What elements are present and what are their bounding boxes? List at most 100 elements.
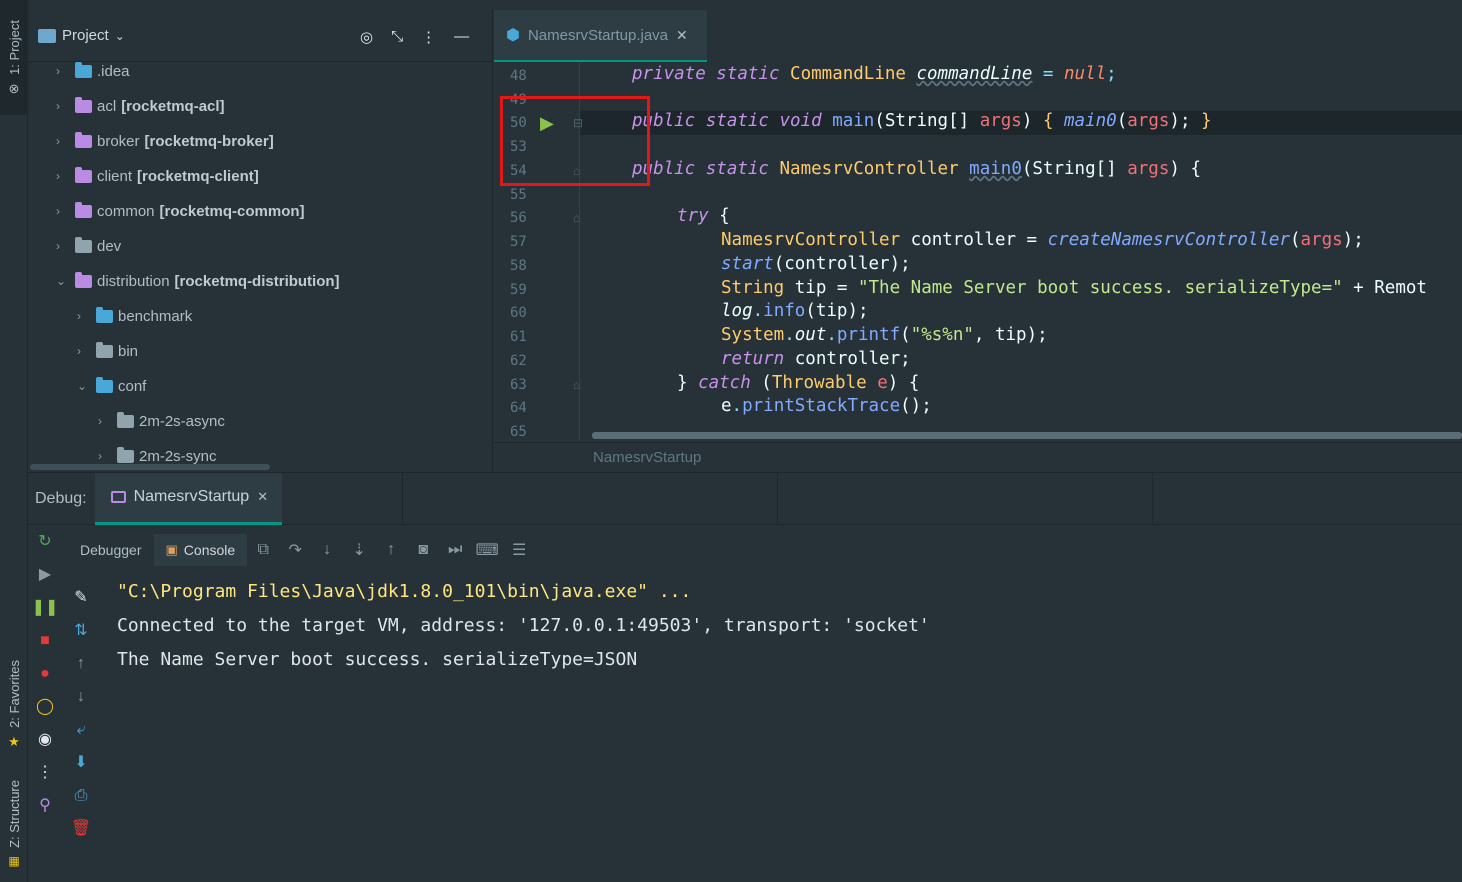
- breadcrumb-item[interactable]: NamesrvStartup: [593, 449, 701, 466]
- tree-item[interactable]: › acl [rocketmq-acl]: [56, 91, 225, 121]
- more-icon[interactable]: ⋮: [30, 756, 60, 789]
- code-line-59[interactable]: String tip = "The Name Server boot succe…: [721, 278, 1427, 298]
- tree-item[interactable]: ⌄ conf: [77, 371, 146, 401]
- collapse-all-icon[interactable]: ⤡: [391, 28, 403, 46]
- tree-item[interactable]: › bin: [77, 336, 138, 366]
- token: .: [784, 325, 795, 345]
- locate-icon[interactable]: ◎: [360, 28, 373, 46]
- chevron-right-icon[interactable]: ›: [77, 309, 91, 323]
- java-class-icon: ⬢: [506, 27, 520, 44]
- token: args: [979, 111, 1022, 131]
- more-options-icon[interactable]: ⋮: [421, 28, 436, 46]
- tab-debugger[interactable]: Debugger: [68, 534, 154, 566]
- layout-icon[interactable]: ⧉: [247, 541, 279, 559]
- trace-icon[interactable]: ☰: [503, 540, 535, 560]
- soft-wrap-icon[interactable]: ⤶: [66, 713, 96, 746]
- editor-tab-namesrvstartup[interactable]: ⬢ NamesrvStartup.java ✕: [494, 10, 707, 62]
- trash-icon[interactable]: 🗑: [66, 812, 96, 845]
- project-horizontal-scrollbar[interactable]: [30, 464, 270, 470]
- chevron-right-icon[interactable]: ›: [56, 134, 70, 148]
- resume-icon[interactable]: ▶: [30, 558, 60, 591]
- chevron-right-icon[interactable]: ›: [56, 169, 70, 183]
- project-tool-tab-label: 1: Project: [6, 20, 22, 75]
- chevron-right-icon[interactable]: ›: [98, 414, 112, 428]
- line-number: 63: [510, 377, 527, 393]
- tab-console[interactable]: ▣ Console: [153, 534, 248, 566]
- chevron-down-icon[interactable]: ⌄: [115, 29, 125, 43]
- token: .: [731, 396, 743, 416]
- code-line-57[interactable]: NamesrvController controller = createNam…: [721, 230, 1364, 250]
- code-line-61[interactable]: System.out.printf("%s%n", tip);: [721, 325, 1048, 345]
- code-line-64[interactable]: e.printStackTrace();: [721, 396, 932, 416]
- tree-item-module: [rocketmq-common]: [159, 202, 305, 220]
- left-tool-strip: 1: Project ⊗ 2: Favorites ★ Z: Structure…: [0, 0, 28, 882]
- code-line-62[interactable]: return controller;: [721, 349, 911, 369]
- folder-icon: [117, 446, 134, 463]
- tree-item[interactable]: › 2m-2s-async: [98, 406, 225, 436]
- tree-item[interactable]: › dev: [56, 231, 121, 261]
- down-arrow-icon[interactable]: ↓: [66, 680, 96, 713]
- tree-item[interactable]: › common [rocketmq-common]: [56, 196, 305, 226]
- force-step-into-icon[interactable]: ⇣: [343, 540, 375, 560]
- chevron-down-icon[interactable]: ⌄: [77, 379, 91, 393]
- favorites-tool-tab[interactable]: 2: Favorites ★: [0, 660, 28, 750]
- code-line-54[interactable]: public static NamesrvController main0(St…: [632, 159, 1201, 179]
- drop-frame-icon[interactable]: ◙: [407, 541, 439, 559]
- fold-marker-icon[interactable]: ⌂: [573, 211, 580, 225]
- debug-session-tab[interactable]: NamesrvStartup ✕: [94, 472, 283, 525]
- camera-icon[interactable]: ◉: [30, 723, 60, 756]
- project-view-selector[interactable]: Project: [62, 27, 109, 44]
- run-to-cursor-icon[interactable]: ⏭: [439, 541, 471, 559]
- chevron-right-icon[interactable]: ›: [56, 99, 70, 113]
- chevron-right-icon[interactable]: ›: [77, 344, 91, 358]
- code-line-60[interactable]: log.info(tip);: [721, 301, 869, 321]
- tree-item-module: [rocketmq-acl]: [121, 97, 225, 115]
- pause-icon[interactable]: ❚❚: [30, 591, 60, 624]
- chevron-right-icon[interactable]: ›: [98, 449, 112, 463]
- hide-panel-icon[interactable]: —: [454, 28, 469, 46]
- close-icon[interactable]: ✕: [676, 27, 688, 44]
- evaluate-expression-icon[interactable]: ⌨: [471, 540, 503, 560]
- code-line-56[interactable]: try {: [677, 206, 730, 226]
- code-editor: ⬢ NamesrvStartup.java ✕ 48 49 50 53 54 55 56 57…: [494, 0, 1462, 472]
- token: catch: [698, 373, 751, 393]
- token: }: [1201, 111, 1212, 131]
- structure-tool-tab[interactable]: Z: Structure ▦: [0, 780, 28, 868]
- stop-icon[interactable]: ■: [30, 624, 60, 657]
- print-icon[interactable]: ⎙: [66, 779, 96, 812]
- code-line-50[interactable]: public static void main(String[] args) {…: [632, 111, 1212, 131]
- pin-icon[interactable]: ⚲: [30, 789, 60, 822]
- tree-item[interactable]: › .idea: [56, 56, 130, 86]
- code-line-63[interactable]: } catch (Throwable e) {: [677, 373, 919, 393]
- sort-icon[interactable]: ⇅: [66, 614, 96, 647]
- step-out-icon[interactable]: ↑: [375, 541, 407, 559]
- code-line-48[interactable]: private static CommandLine commandLine =…: [632, 64, 1117, 84]
- step-over-icon[interactable]: ↷: [279, 540, 311, 560]
- tab-console-label: Console: [183, 542, 236, 558]
- step-into-icon[interactable]: ↓: [311, 541, 343, 559]
- editor-horizontal-scrollbar[interactable]: [592, 432, 1462, 439]
- tree-item[interactable]: ⌄ distribution [rocketmq-distribution]: [56, 266, 340, 296]
- view-breakpoints-icon[interactable]: ●: [30, 657, 60, 690]
- rerun-icon[interactable]: ↻: [30, 525, 60, 558]
- scroll-to-end-icon[interactable]: ⬇: [66, 746, 96, 779]
- chevron-right-icon[interactable]: ›: [56, 204, 70, 218]
- folder-icon: [96, 341, 113, 358]
- tree-item[interactable]: › broker [rocketmq-broker]: [56, 126, 274, 156]
- token: public static void: [632, 111, 833, 131]
- close-icon[interactable]: ✕: [257, 489, 268, 505]
- chevron-right-icon[interactable]: ›: [56, 64, 70, 78]
- clear-edit-icon[interactable]: ✎: [66, 581, 96, 614]
- project-tool-tab[interactable]: 1: Project ⊗: [0, 0, 28, 115]
- project-panel: Project ⌄ ◎ ⤡ ⋮ — › .idea › acl [rocketmq-ac…: [28, 10, 493, 472]
- tree-item[interactable]: › benchmark: [77, 301, 192, 331]
- mute-breakpoints-icon[interactable]: ◯: [30, 690, 60, 723]
- token: (tip);: [805, 301, 869, 321]
- chevron-right-icon[interactable]: ›: [56, 239, 70, 253]
- fold-marker-icon[interactable]: ⌂: [573, 378, 580, 392]
- tree-item[interactable]: › client [rocketmq-client]: [56, 161, 259, 191]
- up-arrow-icon[interactable]: ↑: [66, 647, 96, 680]
- tree-item-module: [rocketmq-broker]: [144, 132, 274, 150]
- chevron-down-icon[interactable]: ⌄: [56, 274, 70, 288]
- code-line-58[interactable]: start(controller);: [721, 254, 911, 274]
